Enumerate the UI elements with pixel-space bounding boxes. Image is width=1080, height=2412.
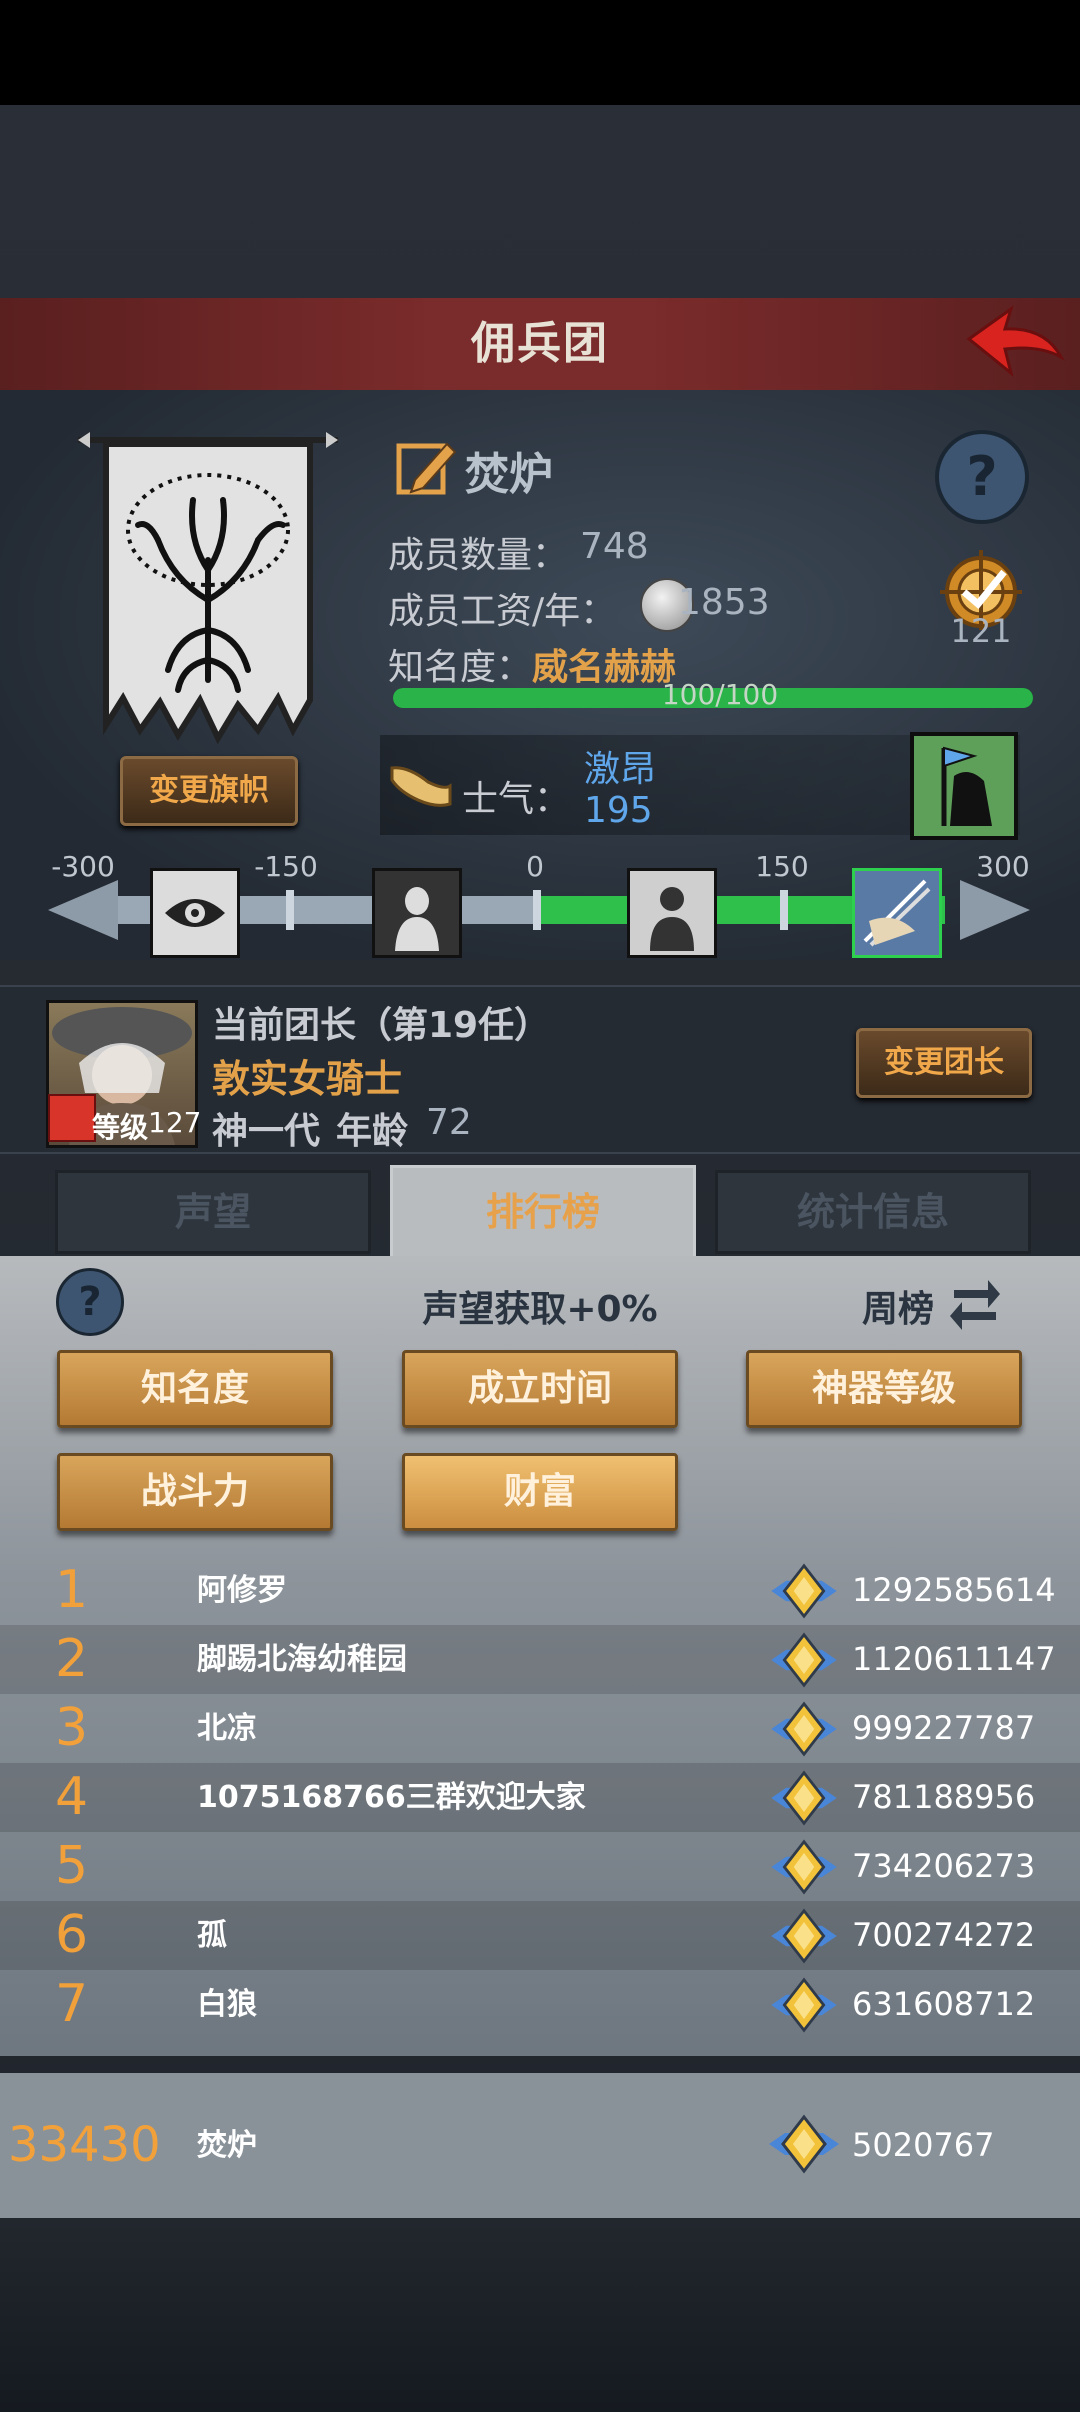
morale-state: 激昂: [584, 749, 657, 790]
wealth-value: 734206273: [852, 1847, 1036, 1885]
filter-fame-button[interactable]: 知名度: [57, 1350, 333, 1428]
guild-name: 阿修罗: [197, 1573, 287, 1608]
wealth-badge-icon: [771, 1563, 837, 1619]
guild-name: 1075168766三群欢迎大家: [197, 1780, 586, 1815]
tab-bar: 声望 排行榜 统计信息: [45, 1165, 1035, 1259]
reputation-bonus-text: 声望获取+0%: [422, 1289, 658, 1330]
leader-age: 72: [426, 1102, 472, 1143]
horn-icon: [390, 766, 452, 807]
morale-value: 195: [584, 790, 653, 831]
guild-name: 脚踢北海幼稚园: [197, 1642, 407, 1677]
swap-arrows-icon[interactable]: [948, 1272, 1002, 1330]
leader-name: 敦实女骑士: [212, 1057, 403, 1101]
morale-inspired-icon[interactable]: [852, 868, 942, 958]
rank-number: 6: [55, 1905, 89, 1965]
edit-name-icon[interactable]: [395, 436, 457, 498]
table-row[interactable]: 2 脚踢北海幼稚园 1120611147: [0, 1625, 1080, 1694]
wealth-badge-icon: [771, 1839, 837, 1895]
guild-name: 孤: [197, 1918, 227, 1953]
my-wealth-value: 5020767: [852, 2126, 995, 2164]
fame-progress-text: 100/100: [661, 678, 779, 711]
morale-label: 士气：: [462, 779, 571, 820]
wealth-badge-icon: [771, 1701, 837, 1757]
wealth-value: 781188956: [852, 1778, 1036, 1816]
wealth-badge-icon: [771, 1770, 837, 1826]
period-label[interactable]: 周榜: [862, 1280, 934, 1332]
back-arrow-icon[interactable]: [965, 305, 1065, 381]
table-row[interactable]: 5 734206273: [0, 1832, 1080, 1901]
scale-tick-label: 150: [755, 850, 809, 883]
tab-reputation[interactable]: 声望: [55, 1170, 371, 1254]
members-label: 成员数量：: [388, 535, 569, 576]
my-rank: 33430: [8, 2117, 161, 2173]
table-row[interactable]: 3 北凉 999227787: [0, 1694, 1080, 1763]
leader-class-icon: [48, 1094, 96, 1142]
scale-tick-label: 300: [976, 850, 1030, 883]
wealth-badge-icon: [769, 2114, 839, 2174]
wealth-value: 1120611147: [852, 1640, 1056, 1678]
rank-number: 7: [55, 1974, 89, 2034]
table-row[interactable]: 4 1075168766三群欢迎大家 781188956: [0, 1763, 1080, 1832]
bottom-background: [0, 2218, 1080, 2412]
guild-name: 焚炉: [465, 449, 553, 500]
leader-generation: 神一代: [212, 1111, 321, 1152]
wealth-badge-icon: [771, 1632, 837, 1688]
wealth-value: 700274272: [852, 1916, 1036, 1954]
my-guild-name: 焚炉: [197, 2128, 257, 2163]
change-flag-button[interactable]: 变更旗帜: [120, 756, 298, 826]
wealth-value: 631608712: [852, 1985, 1036, 2023]
help-icon: ?: [78, 1279, 102, 1325]
leader-age-label: 年龄: [336, 1111, 409, 1152]
leader-level-label: 等级: [92, 1111, 149, 1144]
wage-value: 1853: [678, 582, 770, 623]
scale-left-arrow-icon: [48, 880, 118, 940]
wealth-badge-icon: [771, 1977, 837, 2033]
scale-tick-label: 0: [526, 850, 544, 883]
change-leader-button[interactable]: 变更团长: [856, 1028, 1032, 1098]
rank-number: 2: [55, 1629, 89, 1689]
guild-banner-icon: [78, 432, 338, 745]
members-count: 748: [580, 526, 649, 567]
scale-tick: [533, 890, 541, 930]
wealth-value: 999227787: [852, 1709, 1036, 1747]
morale-flag-icon[interactable]: [910, 732, 1018, 840]
scale-right-arrow-icon: [960, 880, 1030, 940]
morale-calm-icon[interactable]: [627, 868, 717, 958]
fame-label: 知名度：: [388, 647, 533, 688]
wage-label: 成员工资/年：: [388, 591, 617, 632]
help-icon: ?: [966, 445, 998, 508]
my-rank-row[interactable]: 33430 焚炉 5020767: [0, 2073, 1080, 2218]
rank-number: 5: [55, 1836, 89, 1896]
guild-name: 白狼: [197, 1987, 257, 2022]
leaderboard-help-button[interactable]: ?: [56, 1268, 124, 1336]
page-title: 佣兵团: [471, 318, 609, 369]
morale-despair-icon[interactable]: [150, 868, 240, 958]
wealth-badge-icon: [771, 1908, 837, 1964]
table-row[interactable]: 6 孤 700274272: [0, 1901, 1080, 1970]
help-button[interactable]: ?: [935, 430, 1029, 524]
morale-fear-icon[interactable]: [372, 868, 462, 958]
rank-number: 4: [55, 1767, 89, 1827]
leader-level: 127: [148, 1106, 202, 1139]
guild-name: 北凉: [197, 1711, 257, 1746]
scale-tick: [780, 890, 788, 930]
filter-wealth-button[interactable]: 财富: [402, 1453, 678, 1531]
filter-founded-button[interactable]: 成立时间: [402, 1350, 678, 1428]
tab-statistics[interactable]: 统计信息: [715, 1170, 1031, 1254]
filter-combat-power-button[interactable]: 战斗力: [57, 1453, 333, 1531]
rank-number: 3: [55, 1698, 89, 1758]
table-row[interactable]: 7 白狼 631608712: [0, 1970, 1080, 2039]
scale-tick-label: -300: [51, 850, 115, 883]
leader-title: 当前团长（第19任）: [212, 1005, 551, 1046]
tab-leaderboard[interactable]: 排行榜: [390, 1165, 696, 1259]
status-bar-area: [0, 0, 1080, 105]
scale-tick: [286, 890, 294, 930]
wealth-value: 1292585614: [852, 1571, 1056, 1609]
rank-number: 1: [55, 1560, 89, 1620]
table-row[interactable]: 1 阿修罗 1292585614: [0, 1556, 1080, 1625]
badge-count: 121: [950, 612, 1012, 650]
filter-artifact-level-button[interactable]: 神器等级: [746, 1350, 1022, 1428]
scale-tick-label: -150: [254, 850, 318, 883]
